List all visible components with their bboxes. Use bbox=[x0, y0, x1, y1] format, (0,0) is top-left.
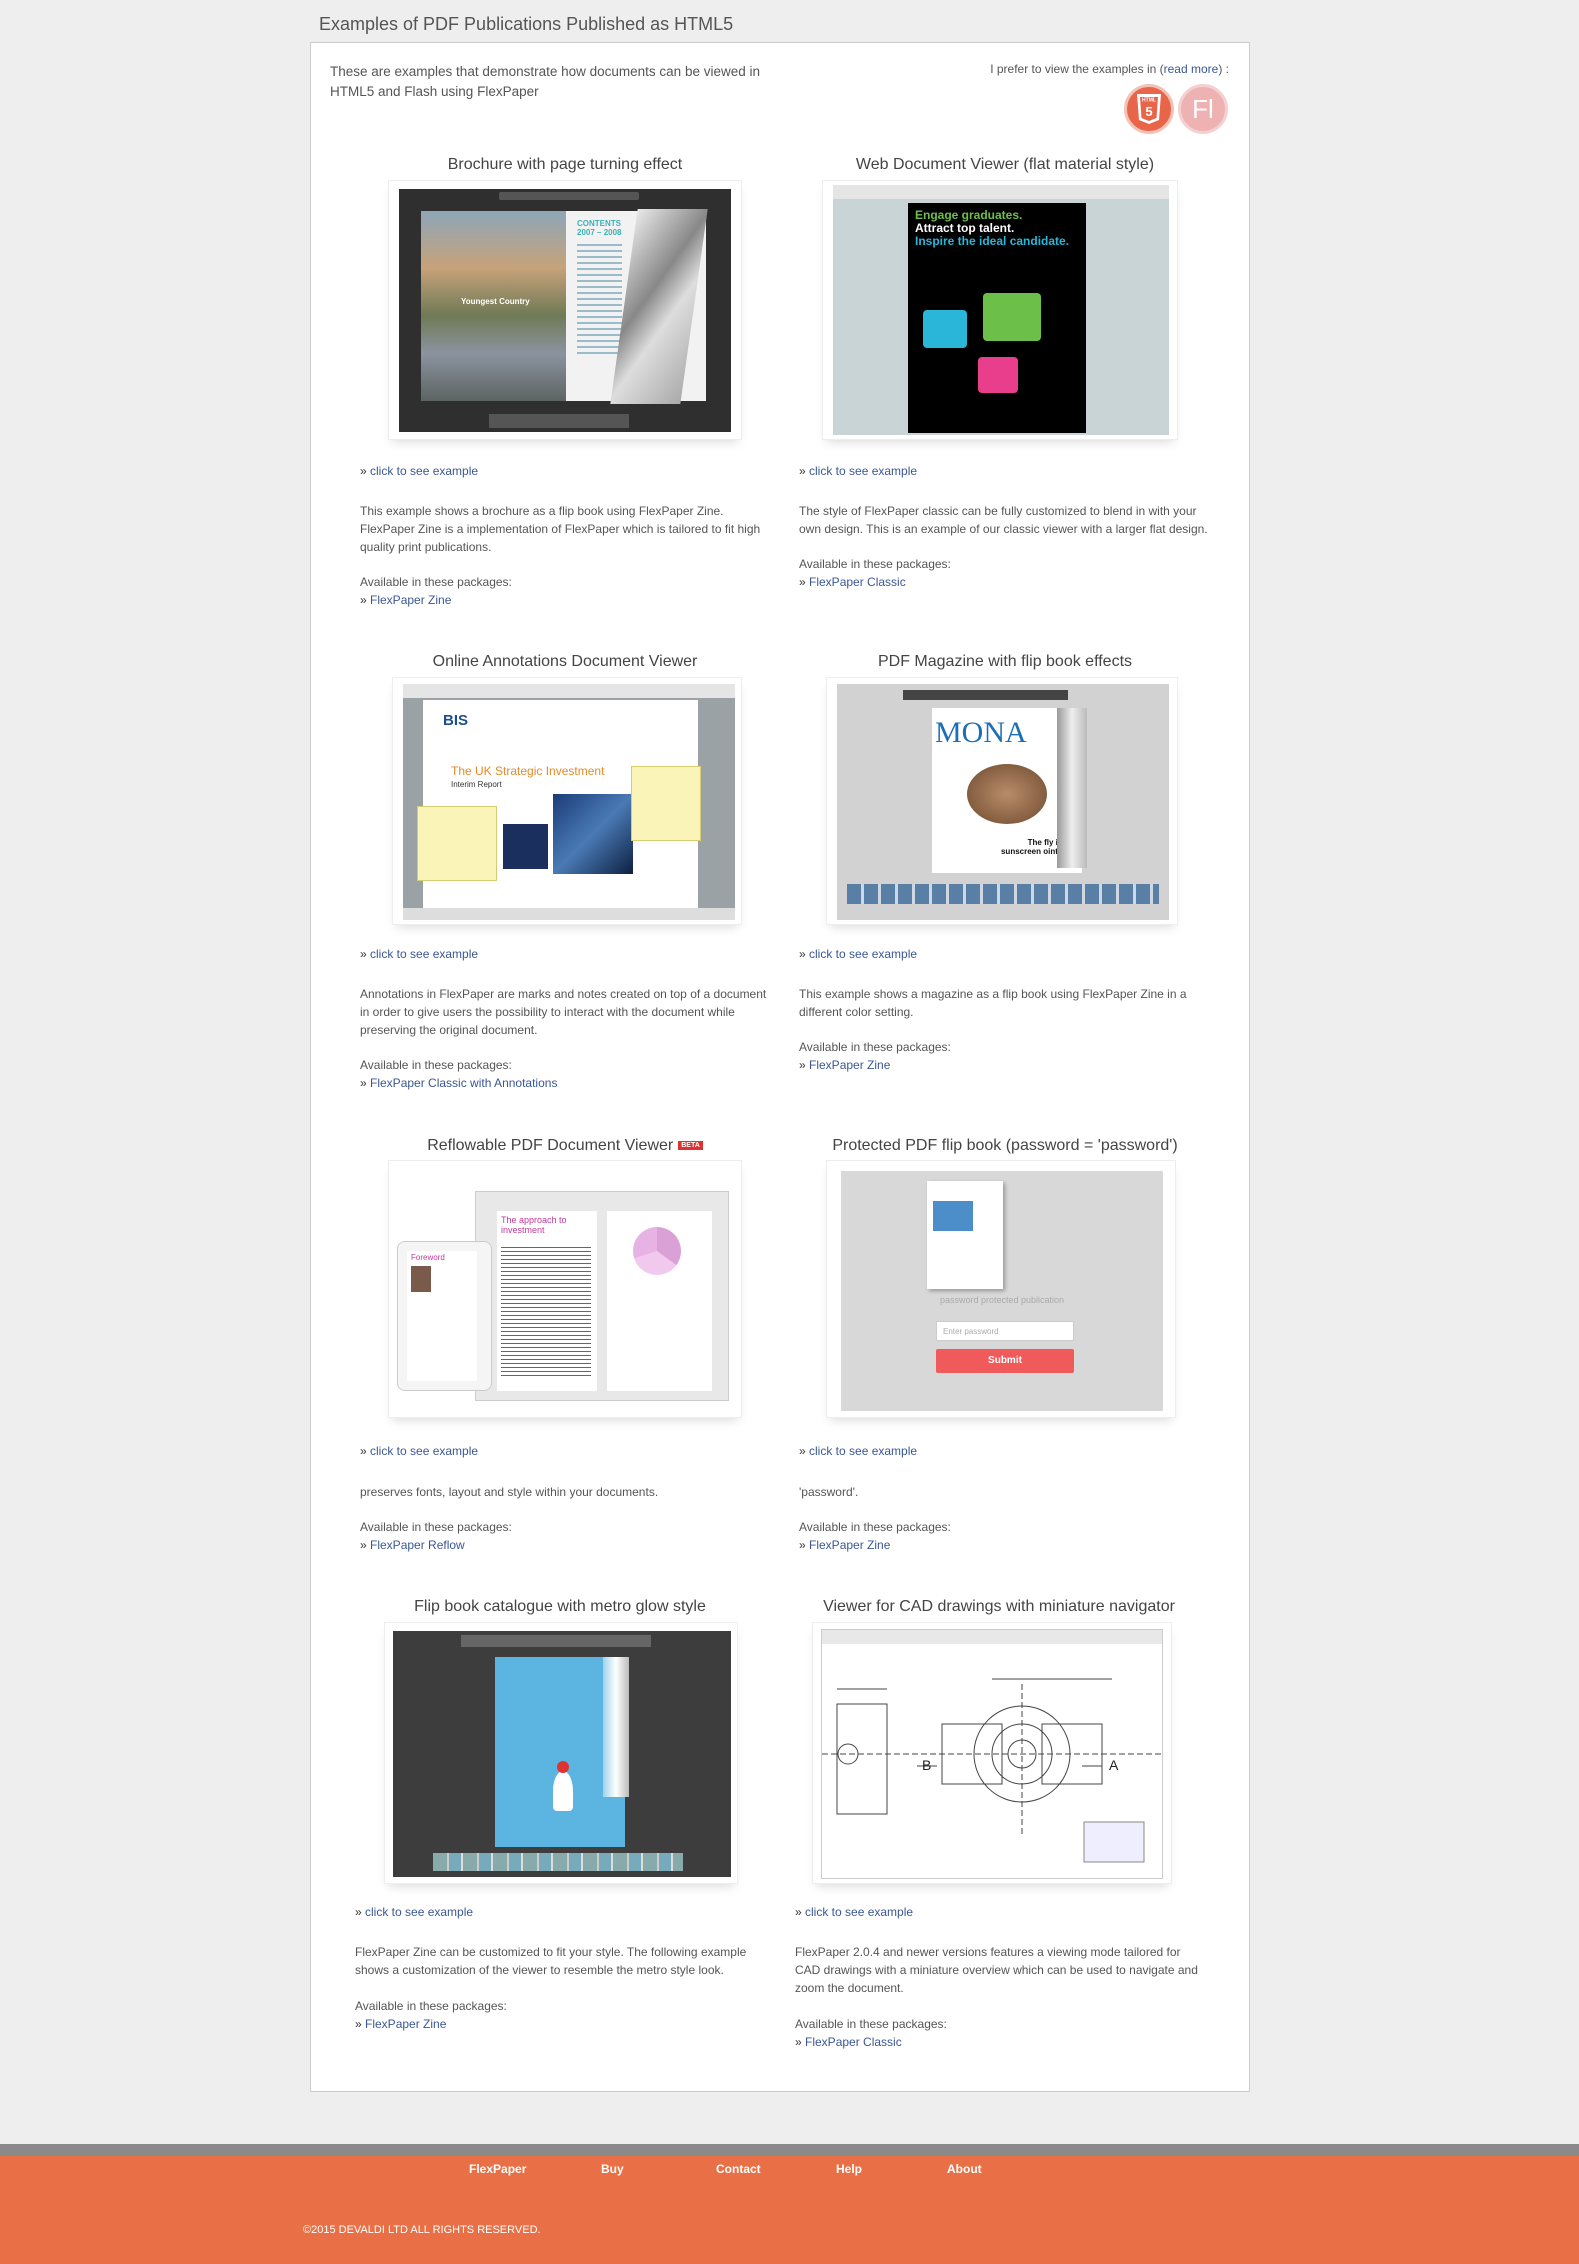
example-title-metro: Flip book catalogue with metro glow styl… bbox=[414, 1598, 706, 1615]
thumb-headline-3: Inspire the ideal candidate. bbox=[915, 234, 1070, 248]
example-title-magazine: PDF Magazine with flip book effects bbox=[877, 653, 1133, 670]
example-avail-metro: Available in these packages: bbox=[355, 1999, 507, 2013]
thumb-reflow-foreword: Foreword bbox=[411, 1253, 445, 1262]
footer-nav-flexpaper[interactable]: FlexPaper bbox=[469, 2162, 526, 2176]
example-thumbnail-brochure[interactable]: Youngest Country CONTENTS 2007 – 2008 bbox=[388, 180, 742, 440]
example-package-protected[interactable]: » FlexPaper Zine bbox=[799, 1538, 890, 1552]
example-link-brochure[interactable]: » click to see example bbox=[360, 464, 478, 478]
example-title-web-viewer: Web Document Viewer (flat material style… bbox=[855, 156, 1155, 173]
example-title-brochure: Brochure with page turning effect bbox=[447, 156, 683, 173]
cad-label-a: A bbox=[1109, 1757, 1119, 1773]
example-thumbnail-annotations[interactable]: BIS The UK Strategic Investment Interim … bbox=[392, 677, 742, 925]
html5-icon: HTML 5 bbox=[1137, 94, 1161, 124]
footer bbox=[0, 2156, 1579, 2264]
footer-nav-buy[interactable]: Buy bbox=[601, 2162, 624, 2176]
thumb-contents: CONTENTS 2007 – 2008 bbox=[577, 219, 622, 237]
example-package-annotations[interactable]: » FlexPaper Classic with Annotations bbox=[360, 1076, 557, 1090]
example-desc-magazine: This example shows a magazine as a flip … bbox=[799, 987, 1187, 1019]
thumb-masthead: MONA bbox=[935, 716, 1027, 749]
example-desc-brochure: This example shows a brochure as a flip … bbox=[360, 504, 761, 554]
example-desc-web-viewer: The style of FlexPaper classic can be fu… bbox=[799, 504, 1208, 536]
thumb-submit-button: Submit bbox=[936, 1349, 1074, 1373]
html5-format-button[interactable]: HTML 5 bbox=[1124, 84, 1174, 134]
example-title-protected: Protected PDF flip book (password = 'pas… bbox=[832, 1137, 1178, 1154]
example-link-metro[interactable]: » click to see example bbox=[355, 1905, 473, 1919]
thumb-logo: BIS bbox=[443, 712, 469, 729]
example-title-annotations: Online Annotations Document Viewer bbox=[432, 653, 698, 670]
example-avail-web-viewer: Available in these packages: bbox=[799, 557, 951, 571]
example-avail-magazine: Available in these packages: bbox=[799, 1040, 951, 1054]
prefer-end: ) : bbox=[1218, 62, 1229, 76]
example-package-magazine[interactable]: » FlexPaper Zine bbox=[799, 1058, 890, 1072]
copyright: ©2015 DEVALDI LTD ALL RIGHTS RESERVED. bbox=[303, 2224, 541, 2236]
example-package-reflow[interactable]: » FlexPaper Reflow bbox=[360, 1538, 465, 1552]
example-link-magazine[interactable]: » click to see example bbox=[799, 947, 917, 961]
example-thumbnail-cad[interactable]: B A bbox=[812, 1622, 1172, 1884]
read-more-link[interactable]: read more bbox=[1164, 62, 1219, 76]
thumb-password-field: Enter password bbox=[936, 1321, 1074, 1341]
example-link-cad[interactable]: » click to see example bbox=[795, 1905, 913, 1919]
example-thumbnail-web-viewer[interactable]: Engage graduates. Attract top talent. In… bbox=[822, 180, 1178, 440]
thumb-protected-label: password protected publication bbox=[939, 1295, 1065, 1305]
prefer-text: I prefer to view the examples in ( bbox=[990, 62, 1164, 76]
example-thumbnail-metro[interactable] bbox=[384, 1622, 738, 1884]
example-title-cad: Viewer for CAD drawings with miniature n… bbox=[823, 1598, 1175, 1615]
example-desc-annotations: Annotations in FlexPaper are marks and n… bbox=[360, 987, 767, 1037]
page-title: Examples of PDF Publications Published a… bbox=[319, 14, 734, 34]
example-title-reflow: Reflowable PDF Document Viewer BETA bbox=[350, 1137, 780, 1155]
thumb-annot-title: The UK Strategic Investment bbox=[451, 764, 605, 778]
cad-label-b: B bbox=[922, 1757, 931, 1773]
example-thumbnail-protected[interactable]: password protected publication Enter pas… bbox=[826, 1160, 1176, 1418]
thumb-annot-sub: Interim Report bbox=[451, 780, 502, 789]
example-avail-cad: Available in these packages: bbox=[795, 2017, 947, 2031]
html5-number: 5 bbox=[1145, 104, 1152, 119]
footer-nav-about[interactable]: About bbox=[947, 2162, 982, 2176]
example-link-annotations[interactable]: » click to see example bbox=[360, 947, 478, 961]
example-avail-protected: Available in these packages: bbox=[799, 1520, 951, 1534]
cad-drawing: B A bbox=[822, 1678, 1162, 1863]
html5-label: HTML bbox=[1142, 98, 1156, 104]
example-link-web-viewer[interactable]: » click to see example bbox=[799, 464, 917, 478]
example-avail-annotations: Available in these packages: bbox=[360, 1058, 512, 1072]
beta-badge: BETA bbox=[678, 1141, 703, 1151]
example-avail-reflow: Available in these packages: bbox=[360, 1520, 512, 1534]
flash-format-button[interactable]: Fl bbox=[1178, 84, 1228, 134]
example-desc-cad: FlexPaper 2.0.4 and newer versions featu… bbox=[795, 1945, 1198, 1995]
example-desc-metro: FlexPaper Zine can be customized to fit … bbox=[355, 1945, 747, 1977]
example-desc-protected: 'password'. bbox=[799, 1485, 859, 1499]
example-package-metro[interactable]: » FlexPaper Zine bbox=[355, 2017, 446, 2031]
example-thumbnail-reflow[interactable]: The approach to investment Foreword bbox=[388, 1160, 742, 1418]
example-desc-reflow: preserves fonts, layout and style within… bbox=[360, 1485, 659, 1499]
footer-nav-contact[interactable]: Contact bbox=[716, 2162, 761, 2176]
footer-divider bbox=[0, 2144, 1579, 2156]
example-thumbnail-magazine[interactable]: MONA The fly in the sunscreen ointment bbox=[826, 677, 1178, 925]
thumb-caption: Youngest Country bbox=[461, 297, 530, 306]
thumb-reflow-heading: The approach to investment bbox=[501, 1215, 567, 1235]
format-preference: I prefer to view the examples in (read m… bbox=[990, 62, 1229, 76]
intro-text: These are examples that demonstrate how … bbox=[330, 64, 760, 99]
example-avail-brochure: Available in these packages: bbox=[360, 575, 512, 589]
example-link-reflow[interactable]: » click to see example bbox=[360, 1444, 478, 1458]
example-link-protected[interactable]: » click to see example bbox=[799, 1444, 917, 1458]
footer-nav-help[interactable]: Help bbox=[836, 2162, 862, 2176]
example-package-web-viewer[interactable]: » FlexPaper Classic bbox=[799, 575, 906, 589]
flash-icon-label: Fl bbox=[1192, 93, 1214, 124]
example-package-cad[interactable]: » FlexPaper Classic bbox=[795, 2035, 902, 2049]
example-package-brochure[interactable]: » FlexPaper Zine bbox=[360, 593, 451, 607]
